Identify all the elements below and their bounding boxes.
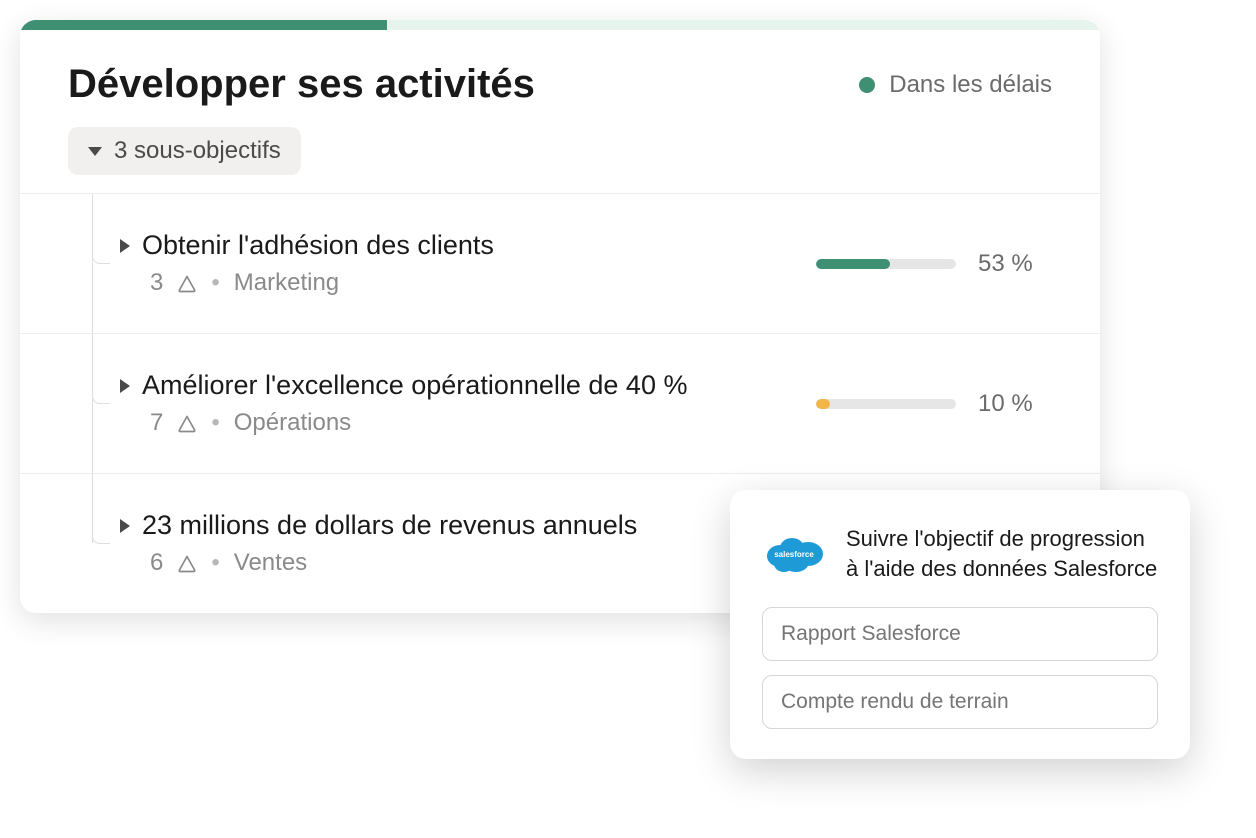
goal-meta: 3 • Marketing [120, 269, 816, 297]
status-badge: Dans les délais [859, 71, 1052, 99]
progress-fill [816, 259, 890, 269]
goal-title-row: Obtenir l'adhésion des clients [120, 230, 816, 261]
salesforce-report-input[interactable] [762, 607, 1158, 661]
top-progress-bar [20, 20, 1100, 30]
goal-title: Améliorer l'excellence opérationnelle de… [142, 370, 687, 401]
goal-row[interactable]: Obtenir l'adhésion des clients 3 • Marke… [20, 194, 1100, 334]
goal-title: 23 millions de dollars de revenus annuel… [142, 510, 637, 541]
chevron-down-icon [88, 147, 102, 156]
chevron-right-icon[interactable] [120, 519, 130, 533]
goal-count: 6 [150, 549, 163, 577]
card-header: Développer ses activités Dans les délais [20, 30, 1100, 127]
goal-title: Obtenir l'adhésion des clients [142, 230, 494, 261]
sub-goals-toggle[interactable]: 3 sous-objectifs [68, 127, 301, 175]
progress-fill [816, 399, 830, 409]
field-report-input[interactable] [762, 675, 1158, 729]
status-dot-icon [859, 77, 875, 93]
separator-dot-icon: • [211, 409, 219, 437]
goal-count: 3 [150, 269, 163, 297]
top-progress-fill [20, 20, 387, 30]
tree-branch [92, 194, 110, 264]
separator-dot-icon: • [211, 269, 219, 297]
goal-progress: 10 % [816, 390, 1048, 418]
goal-meta: 7 • Opérations [120, 409, 816, 437]
goal-shape-icon [177, 413, 197, 433]
goal-row[interactable]: Améliorer l'excellence opérationnelle de… [20, 334, 1100, 474]
goal-title-row: Améliorer l'excellence opérationnelle de… [120, 370, 816, 401]
goal-shape-icon [177, 553, 197, 573]
page-title: Développer ses activités [68, 62, 535, 107]
tree-branch [92, 334, 110, 404]
chevron-right-icon[interactable] [120, 379, 130, 393]
progress-percent: 53 % [978, 250, 1048, 278]
popover-title: Suivre l'objectif de progression à l'aid… [846, 524, 1158, 583]
chevron-right-icon[interactable] [120, 239, 130, 253]
goal-count: 7 [150, 409, 163, 437]
status-label: Dans les délais [889, 71, 1052, 99]
goal-team: Ventes [234, 549, 307, 577]
goal-team: Opérations [234, 409, 351, 437]
goal-shape-icon [177, 273, 197, 293]
sub-goals-label: 3 sous-objectifs [114, 137, 281, 165]
separator-dot-icon: • [211, 549, 219, 577]
progress-percent: 10 % [978, 390, 1048, 418]
goal-main: Améliorer l'excellence opérationnelle de… [120, 370, 816, 437]
goal-progress: 53 % [816, 250, 1048, 278]
tree-branch [92, 474, 110, 544]
popover-header: salesforce Suivre l'objectif de progress… [762, 524, 1158, 583]
salesforce-icon: salesforce [762, 530, 826, 578]
goal-main: Obtenir l'adhésion des clients 3 • Marke… [120, 230, 816, 297]
salesforce-popover: salesforce Suivre l'objectif de progress… [730, 490, 1190, 759]
goal-team: Marketing [234, 269, 339, 297]
progress-bar [816, 259, 956, 269]
progress-bar [816, 399, 956, 409]
svg-text:salesforce: salesforce [774, 550, 814, 559]
